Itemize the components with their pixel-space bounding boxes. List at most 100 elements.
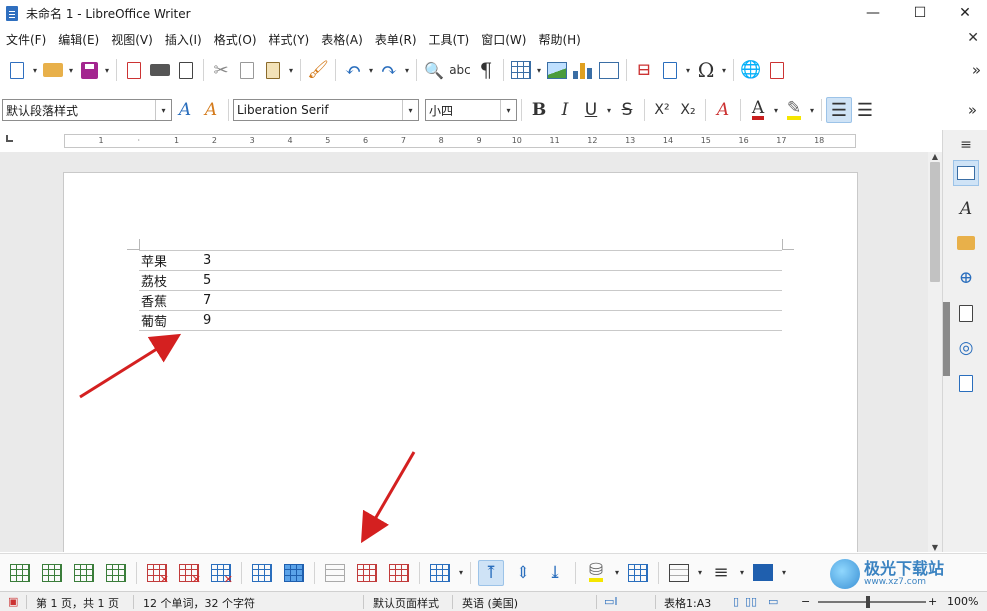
menu-format[interactable]: 格式(O) — [208, 31, 263, 48]
table-cell[interactable] — [216, 270, 782, 291]
new-style-icon[interactable]: A — [198, 97, 224, 123]
horizontal-ruler[interactable]: 1 · 1 2 3 4 5 6 7 8 9 10 11 12 13 14 15 16 17 18 — [64, 134, 856, 148]
table-cell[interactable]: 7 — [201, 290, 216, 311]
save-dropdown-icon[interactable]: ▾ — [102, 57, 112, 83]
toolbar-overflow-icon[interactable]: » — [968, 101, 977, 119]
new-dropdown-icon[interactable]: ▾ — [30, 57, 40, 83]
delete-table-icon[interactable]: ✕ — [208, 560, 234, 586]
border-style-dropdown-icon[interactable]: ▾ — [737, 560, 747, 586]
autoformat-styles-icon[interactable] — [625, 560, 651, 586]
table-row[interactable]: 苹果 3 — [139, 250, 782, 271]
insert-text-box-icon[interactable] — [596, 57, 622, 83]
font-color-icon[interactable]: A — [745, 97, 771, 123]
align-top-icon[interactable]: ⤒ — [478, 559, 504, 586]
single-page-view-icon[interactable]: ▯ — [733, 595, 739, 608]
menu-view[interactable]: 视图(V) — [105, 31, 159, 48]
underline-dropdown-icon[interactable]: ▾ — [604, 97, 614, 123]
save-icon[interactable] — [76, 57, 102, 83]
sidebar-menu-icon[interactable]: ≡ — [953, 132, 979, 158]
highlight-color-icon[interactable]: ✎ — [781, 97, 807, 123]
table-cell[interactable]: 5 — [201, 270, 216, 291]
gallery-deck-icon[interactable] — [953, 230, 979, 256]
insert-footnote-icon[interactable] — [764, 57, 790, 83]
italic-button[interactable]: I — [552, 97, 578, 123]
insert-field-icon[interactable] — [657, 57, 683, 83]
print-icon[interactable] — [147, 57, 173, 83]
chevron-down-icon[interactable]: ▾ — [155, 100, 171, 120]
menu-edit[interactable]: 编辑(E) — [52, 31, 105, 48]
menu-help[interactable]: 帮助(H) — [532, 31, 586, 48]
page-style[interactable]: 默认页面样式 — [373, 595, 439, 611]
zoom-slider-knob[interactable] — [866, 596, 870, 608]
paste-icon[interactable] — [260, 57, 286, 83]
close-document-icon[interactable]: ✕ — [967, 30, 979, 46]
insert-columns-before-icon[interactable] — [71, 560, 97, 586]
select-table-icon[interactable] — [281, 560, 307, 586]
align-left-button[interactable]: ☰ — [826, 97, 852, 123]
bold-button[interactable]: B — [526, 97, 552, 123]
insert-rows-below-icon[interactable] — [39, 560, 65, 586]
delete-rows-icon[interactable]: ✕ — [144, 560, 170, 586]
border-color-dropdown-icon[interactable]: ▾ — [779, 560, 789, 586]
minimize-button[interactable]: — — [850, 0, 896, 26]
menu-insert[interactable]: 插入(I) — [159, 31, 208, 48]
scroll-up-icon[interactable]: ▲ — [928, 152, 942, 161]
table-cell[interactable]: 苹果 — [139, 250, 201, 271]
insert-special-character-icon[interactable]: Ω — [693, 57, 719, 83]
table-cell[interactable] — [216, 250, 782, 271]
font-color-dropdown-icon[interactable]: ▾ — [771, 97, 781, 123]
undo-icon[interactable]: ↶ — [340, 57, 366, 83]
page-deck-icon[interactable] — [953, 300, 979, 326]
toolbar-overflow-icon[interactable]: » — [972, 61, 981, 79]
book-view-icon[interactable]: ▭ — [768, 595, 778, 608]
insert-field-dropdown-icon[interactable]: ▾ — [683, 57, 693, 83]
zoom-slider[interactable] — [818, 596, 926, 608]
redo-dropdown-icon[interactable]: ▾ — [402, 57, 412, 83]
spelling-icon[interactable]: abc — [447, 57, 473, 83]
align-bottom-icon[interactable]: ⤓ — [542, 560, 568, 586]
align-center-button[interactable]: ☰ — [852, 97, 878, 123]
maximize-button[interactable]: ☐ — [897, 0, 943, 26]
undo-dropdown-icon[interactable]: ▾ — [366, 57, 376, 83]
scroll-down-icon[interactable]: ▼ — [928, 543, 942, 552]
open-folder-icon[interactable] — [40, 57, 66, 83]
select-cell-icon[interactable] — [249, 560, 275, 586]
menu-file[interactable]: 文件(F) — [0, 31, 52, 48]
vertical-scrollbar[interactable]: ▲ ▼ — [928, 152, 942, 552]
cell-background-dropdown-icon[interactable]: ▾ — [612, 560, 622, 586]
table-cell[interactable]: 3 — [201, 250, 216, 271]
redo-icon[interactable]: ↷ — [376, 57, 402, 83]
subscript-button[interactable]: X₂ — [675, 97, 701, 123]
tab-stop-icon[interactable] — [6, 135, 13, 142]
paragraph-style-combo[interactable]: 默认段落样式 ▾ — [2, 99, 172, 121]
paste-dropdown-icon[interactable]: ▾ — [286, 57, 296, 83]
delete-columns-icon[interactable]: ✕ — [176, 560, 202, 586]
table-cell[interactable] — [216, 310, 782, 331]
page-count[interactable]: 第 1 页，共 1 页 — [36, 595, 119, 611]
table-row[interactable]: 荔枝 5 — [139, 270, 782, 291]
sidebar-collapse-handle[interactable] — [943, 302, 950, 376]
properties-deck-icon[interactable] — [953, 160, 979, 186]
close-window-button[interactable]: ✕ — [942, 0, 987, 26]
font-size-combo[interactable]: 小四 ▾ — [425, 99, 517, 121]
zoom-level[interactable]: 100% — [947, 595, 978, 608]
insert-image-icon[interactable] — [544, 57, 570, 83]
navigator-deck-icon[interactable]: ⊕ — [953, 265, 979, 291]
insert-mode-icon[interactable]: ▭I — [604, 595, 618, 608]
zoom-in-icon[interactable]: + — [928, 595, 937, 608]
clone-formatting-icon[interactable]: 🖌 — [305, 57, 331, 83]
font-name-combo[interactable]: Liberation Serif ▾ — [233, 99, 419, 121]
multi-page-view-icon[interactable]: ▯▯ — [745, 595, 757, 608]
export-pdf-icon[interactable] — [121, 57, 147, 83]
document-table[interactable]: 苹果 3 荔枝 5 香蕉 7 葡萄 9 — [139, 250, 782, 331]
menu-form[interactable]: 表单(R) — [369, 31, 423, 48]
clear-formatting-icon[interactable]: A — [710, 97, 736, 123]
insert-table-icon[interactable] — [508, 57, 534, 83]
menu-window[interactable]: 窗口(W) — [475, 31, 532, 48]
table-cell[interactable] — [216, 290, 782, 311]
border-color-icon[interactable] — [750, 560, 776, 586]
table-cell[interactable]: 9 — [201, 310, 216, 331]
text-language[interactable]: 英语 (美国) — [462, 595, 518, 611]
split-table-icon[interactable] — [386, 560, 412, 586]
table-cell-background-icon[interactable]: ⛁ — [583, 560, 609, 586]
